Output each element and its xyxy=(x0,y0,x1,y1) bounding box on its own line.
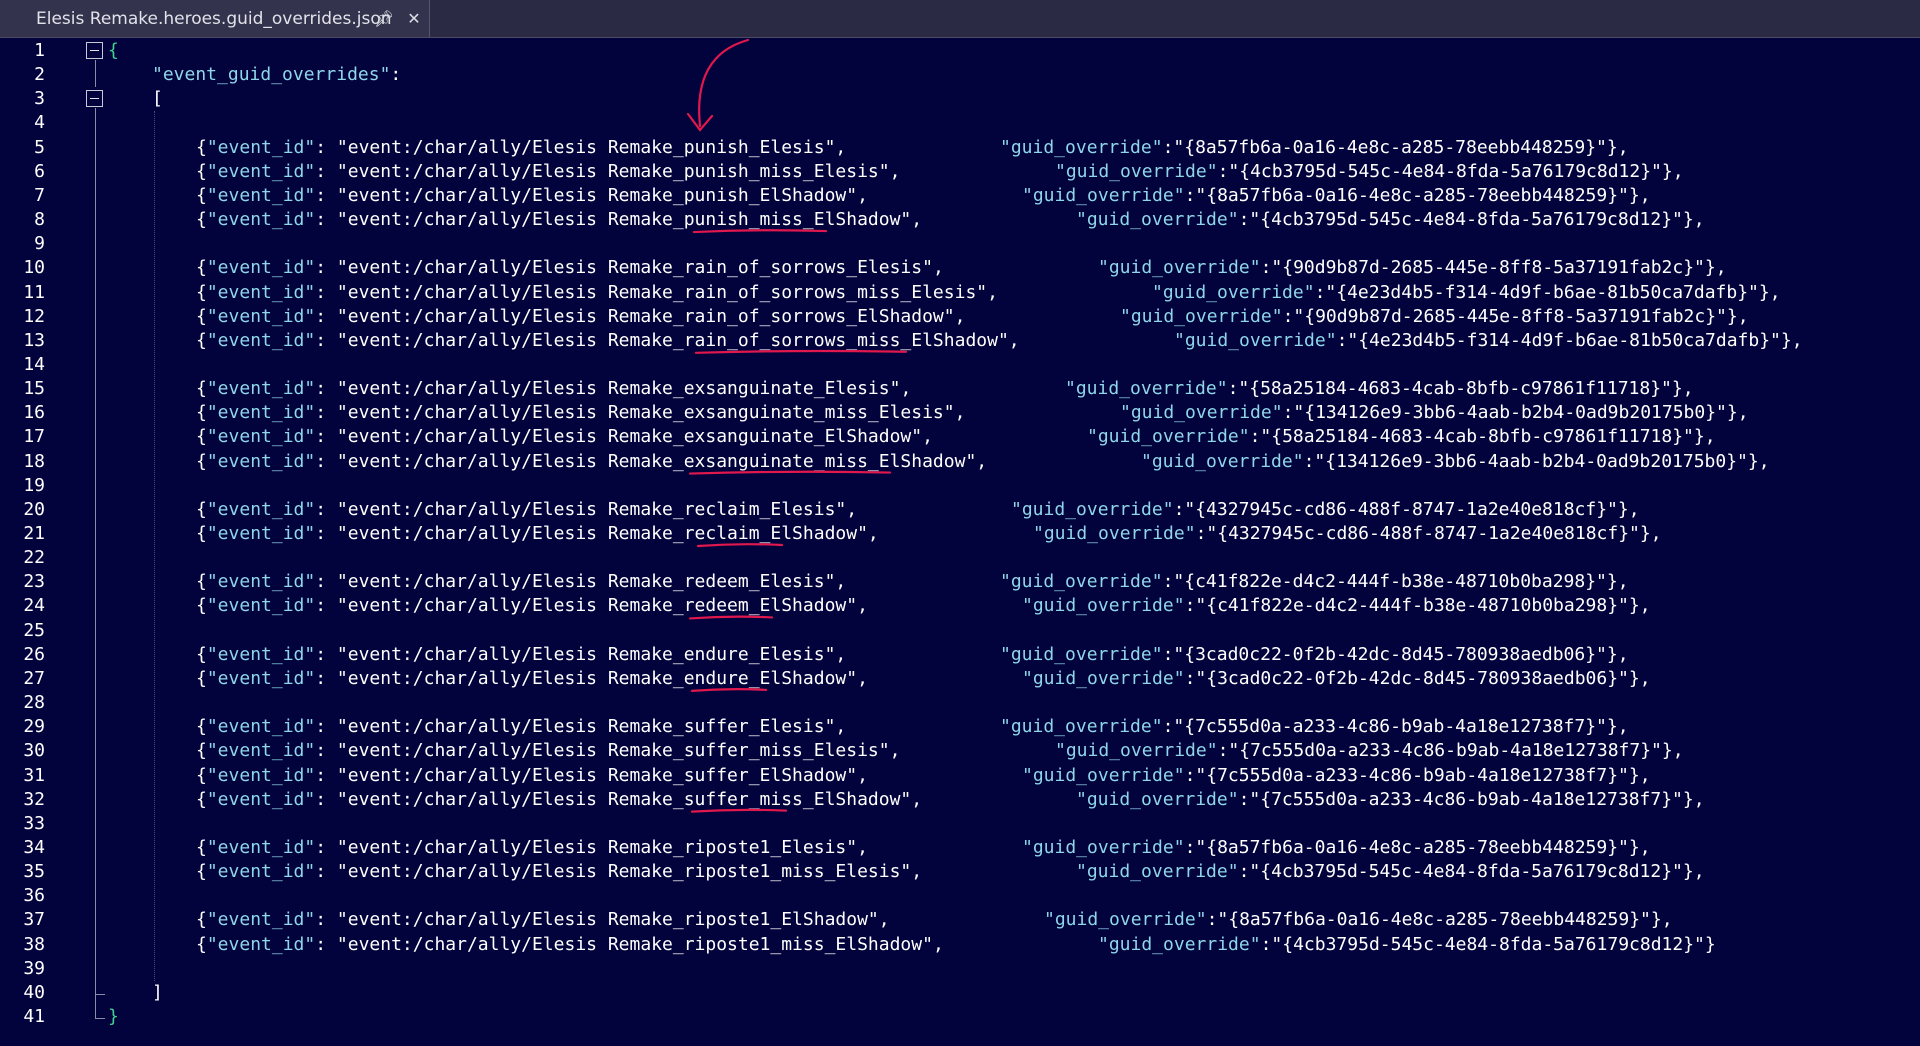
annotation-underline xyxy=(690,808,788,813)
code-editor[interactable]: 1{2 "event_guid_overrides": 3[4 5 {"event_id… xyxy=(0,38,1920,1046)
close-icon[interactable]: ✕ xyxy=(404,9,424,29)
annotation-underline xyxy=(688,615,774,620)
annotation-layer xyxy=(686,38,908,813)
tab-title[interactable]: Elesis Remake.heroes.guid_overrides.json xyxy=(36,9,392,29)
annotation-underline xyxy=(694,349,908,354)
pin-icon[interactable]: 📌︎ xyxy=(374,9,394,29)
tab-bar: Elesis Remake.heroes.guid_overrides.json… xyxy=(0,0,1920,38)
annotation-underline xyxy=(690,688,768,692)
file-tab[interactable]: Elesis Remake.heroes.guid_overrides.json… xyxy=(0,0,430,37)
annotation-underline xyxy=(688,470,892,475)
annotation-underline xyxy=(696,543,784,548)
editor-window: Elesis Remake.heroes.guid_overrides.json… xyxy=(0,0,1920,1046)
annotation-arrow-shaft xyxy=(698,38,750,128)
annotation-underline xyxy=(692,229,828,234)
